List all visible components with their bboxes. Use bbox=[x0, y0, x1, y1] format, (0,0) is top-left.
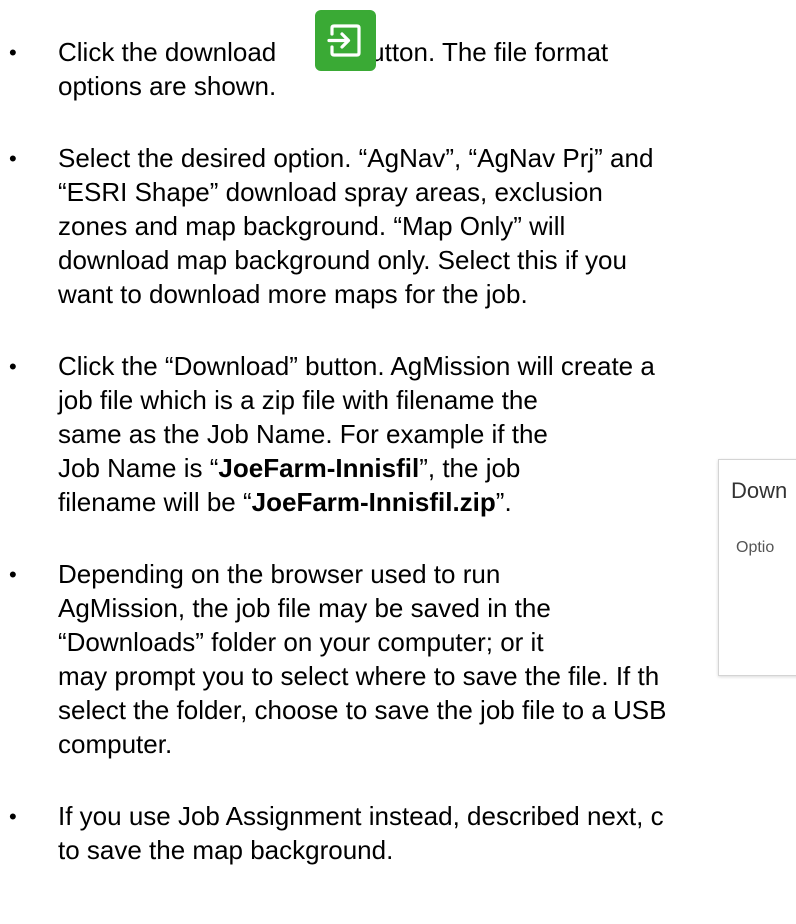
text-segment: button. The file format bbox=[348, 37, 609, 67]
bullet-marker: • bbox=[9, 40, 17, 65]
bullet-marker: • bbox=[9, 146, 17, 171]
text-segment: ”. bbox=[495, 487, 512, 517]
bullet-marker: • bbox=[9, 354, 17, 379]
text-segment: Click the download bbox=[58, 37, 284, 67]
dialog-title: Down bbox=[731, 478, 788, 503]
download-icon-glyph bbox=[327, 24, 361, 57]
dialog-options-label: Optio bbox=[736, 539, 775, 556]
bullet-1-line-2: options are shown. bbox=[58, 71, 277, 101]
bullet-2-line-2: “ESRI Shape” download spray areas, exclu… bbox=[58, 177, 603, 207]
bullet-3-line-5: filename will be “JoeFarm-Innisfil.zip”. bbox=[58, 486, 512, 519]
bullet-3-line-1: Click the “Download” button. AgMission w… bbox=[58, 351, 655, 381]
bullet-2-line-4: download map background only. Select thi… bbox=[58, 245, 627, 275]
text-segment: filename will be “ bbox=[58, 487, 252, 517]
bullet-4-line-4: may prompt you to select where to save t… bbox=[58, 661, 660, 691]
bullet-2-line-1: Select the desired option. “AgNav”, “AgN… bbox=[58, 143, 654, 173]
bullet-marker: • bbox=[9, 562, 17, 587]
bullet-marker: • bbox=[9, 804, 17, 829]
job-name-bold: JoeFarm-Innisfil bbox=[218, 453, 420, 483]
bullet-4-line-6: computer. bbox=[58, 729, 173, 759]
job-filename-bold: JoeFarm-Innisfil.zip bbox=[251, 487, 496, 517]
download-dialog: Down Optio bbox=[718, 459, 796, 676]
bullet-4-line-3: “Downloads” folder on your computer; or … bbox=[58, 627, 544, 657]
bullet-4-line-5: select the folder, choose to save the jo… bbox=[58, 695, 667, 725]
bullet-4-line-1: Depending on the browser used to run bbox=[58, 559, 501, 589]
bullet-3-line-3: same as the Job Name. For example if the bbox=[58, 419, 548, 449]
bullet-3-line-4: Job Name is “JoeFarm-Innisfil”, the job bbox=[58, 452, 520, 485]
bullet-4-line-2: AgMission, the job file may be saved in … bbox=[58, 593, 551, 623]
bullet-3-line-2: job file which is a zip file with filena… bbox=[58, 385, 538, 415]
bullet-5-line-2: to save the map background. bbox=[58, 835, 394, 865]
download-icon[interactable] bbox=[315, 10, 376, 71]
bullet-5-line-1: If you use Job Assignment instead, descr… bbox=[58, 801, 664, 831]
text-segment: ”, the job bbox=[419, 453, 521, 483]
bullet-2-line-3: zones and map background. “Map Only” wil… bbox=[58, 211, 566, 241]
bullet-2-line-5: want to download more maps for the job. bbox=[58, 279, 528, 309]
text-segment: Job Name is “ bbox=[58, 453, 219, 483]
